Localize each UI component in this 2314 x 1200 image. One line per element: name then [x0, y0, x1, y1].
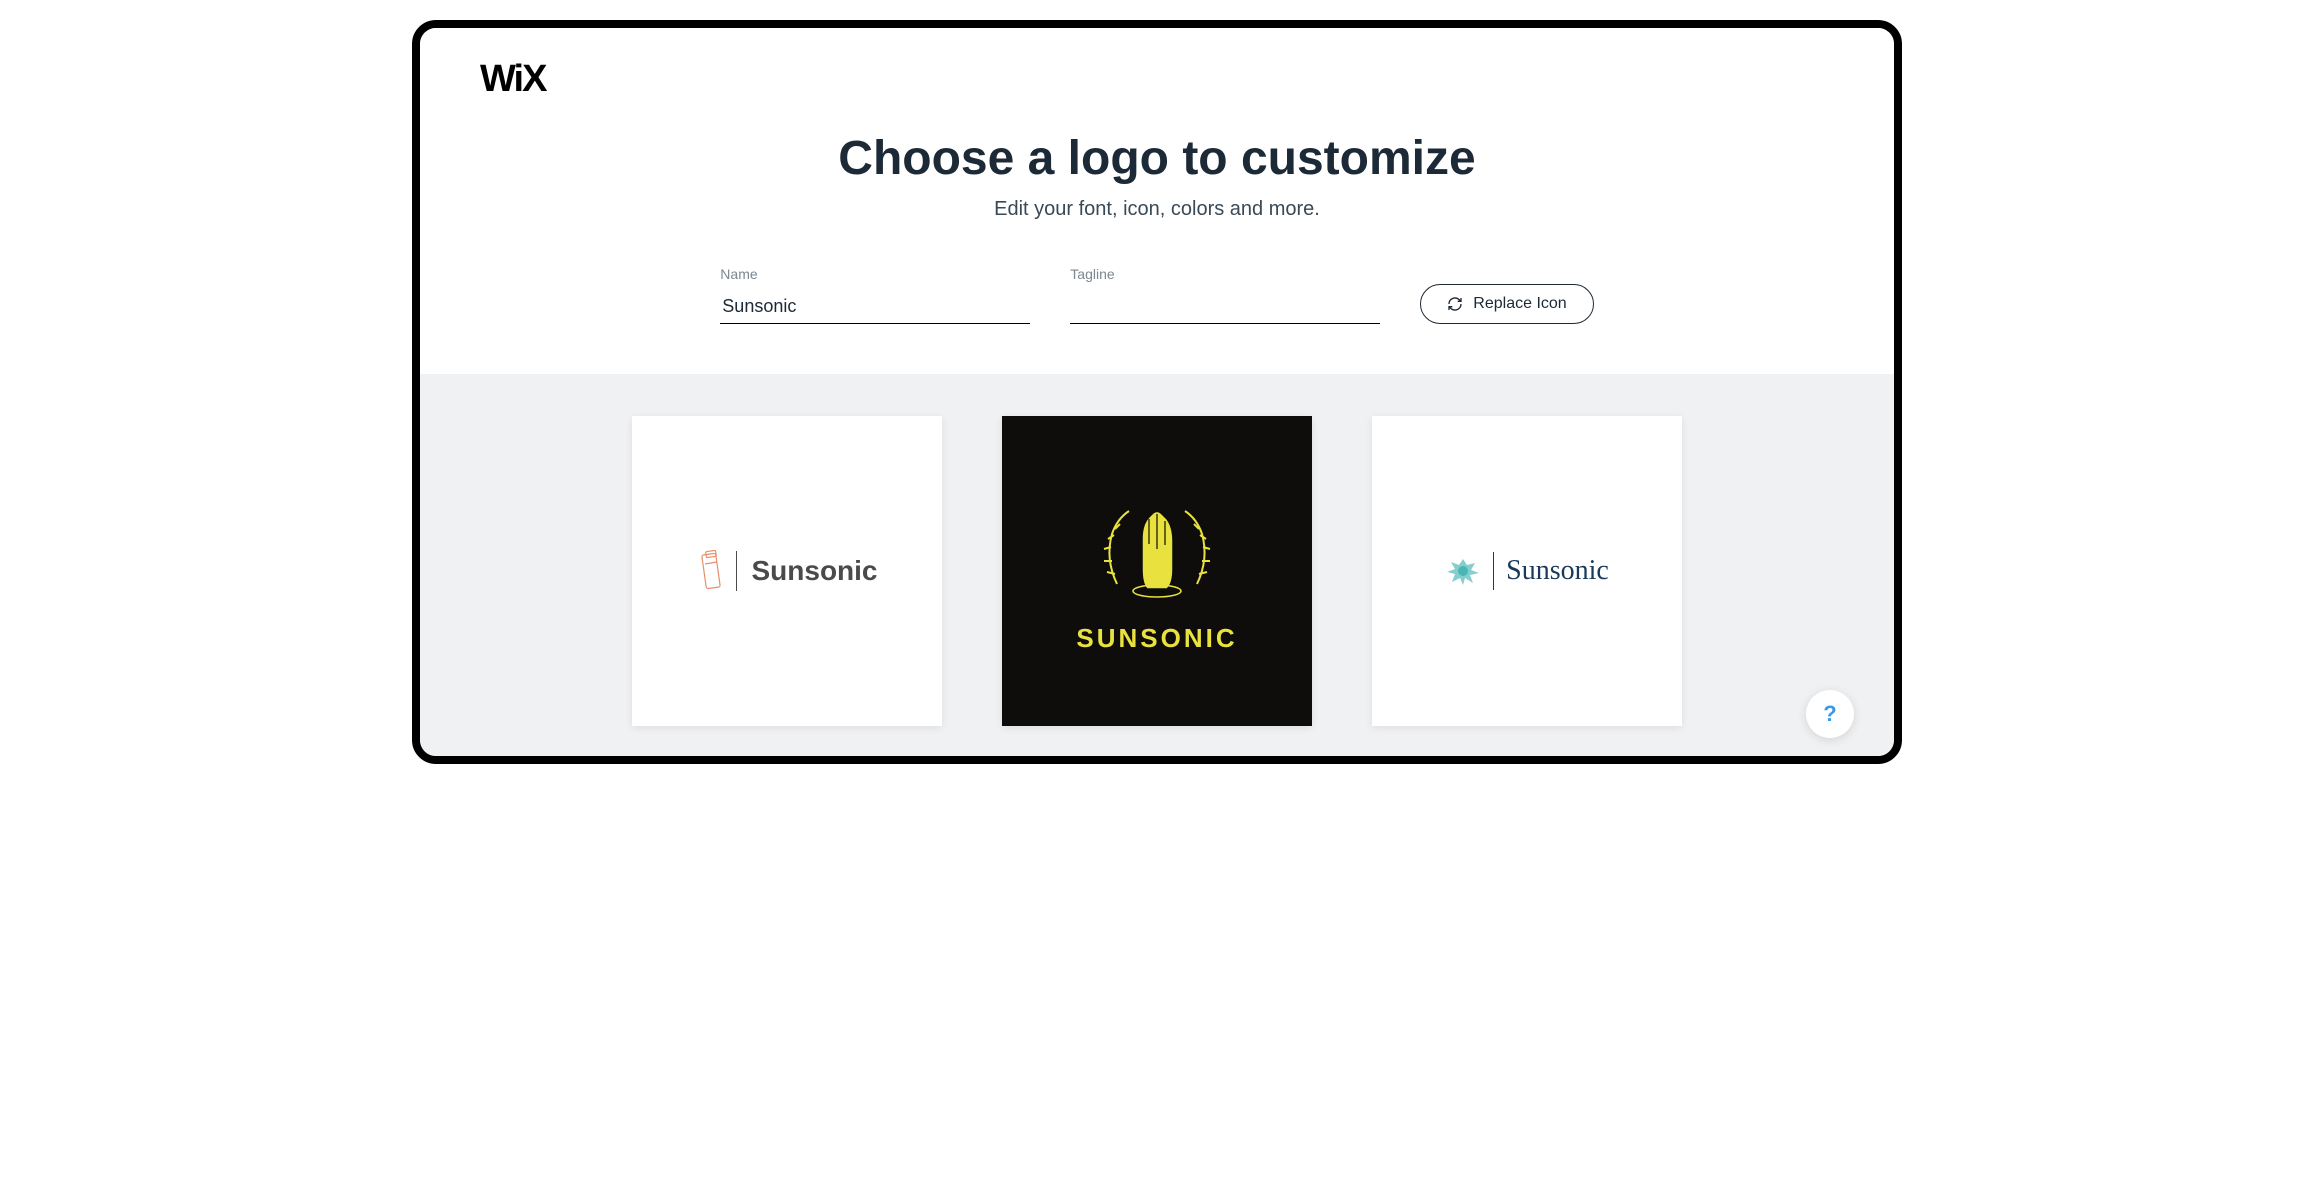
bottle-outline-icon — [696, 550, 728, 592]
help-button[interactable]: ? — [1806, 690, 1854, 738]
replace-icon-button[interactable]: Replace Icon — [1420, 284, 1593, 324]
logo-preview-3: Sunsonic — [1445, 552, 1609, 590]
replace-icon-label: Replace Icon — [1473, 295, 1566, 313]
name-input-group: Name — [720, 266, 1030, 324]
app-frame: WiX Choose a logo to customize Edit your… — [412, 20, 1902, 764]
tagline-input-group: Tagline — [1070, 266, 1380, 324]
page-subtitle: Edit your font, icon, colors and more. — [480, 198, 1834, 221]
hand-laurel-icon — [1087, 489, 1227, 609]
logo-text-1: Sunsonic — [751, 555, 877, 587]
help-icon: ? — [1823, 701, 1836, 727]
splash-teal-icon — [1445, 555, 1481, 587]
tagline-input[interactable] — [1070, 290, 1380, 324]
logo-preview-1: Sunsonic — [696, 550, 877, 592]
divider — [736, 551, 737, 591]
logo-preview-2: SUNSONIC — [1076, 489, 1237, 654]
name-input[interactable] — [720, 290, 1030, 324]
logo-text-2: SUNSONIC — [1076, 623, 1237, 654]
logo-gallery: Sunsonic SUNSO — [420, 374, 1894, 756]
logo-card-3[interactable]: Sunsonic — [1372, 416, 1682, 726]
logo-card-2[interactable]: SUNSONIC — [1002, 416, 1312, 726]
tagline-label: Tagline — [1070, 266, 1380, 282]
divider — [1493, 552, 1494, 590]
logo-text-3: Sunsonic — [1506, 555, 1609, 587]
wix-logo: WiX — [480, 58, 545, 100]
name-label: Name — [720, 266, 1030, 282]
page-title: Choose a logo to customize — [480, 131, 1834, 186]
refresh-icon — [1447, 296, 1463, 312]
logo-card-1[interactable]: Sunsonic — [632, 416, 942, 726]
controls-row: Name Tagline Replace Icon — [480, 266, 1834, 324]
header-section: WiX Choose a logo to customize Edit your… — [420, 28, 1894, 374]
logo-bar: WiX — [480, 58, 1834, 101]
